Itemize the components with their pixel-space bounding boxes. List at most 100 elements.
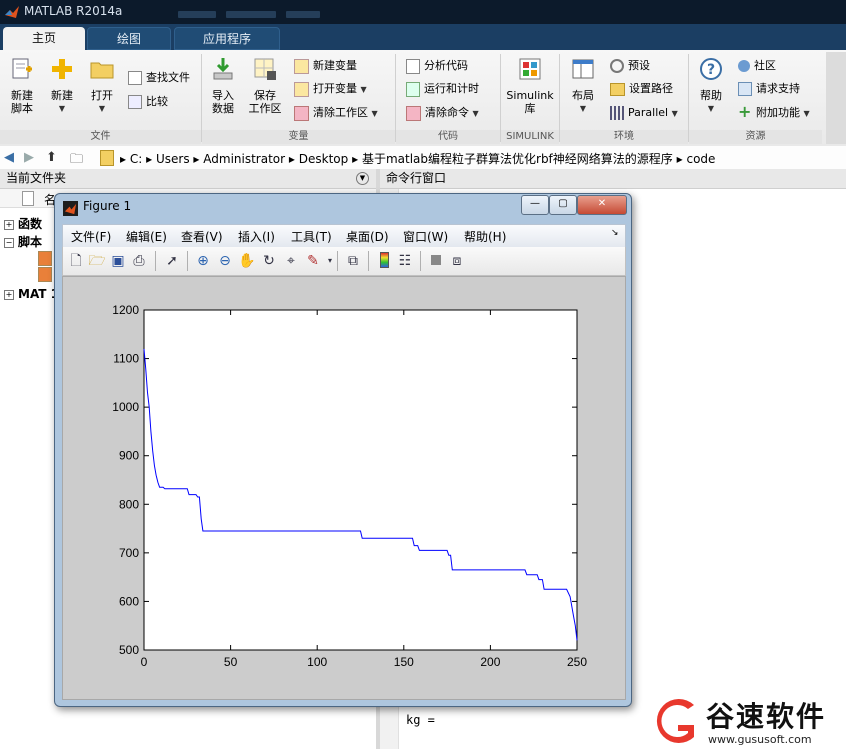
- group-label-file: 文件: [0, 130, 201, 144]
- menu-file[interactable]: 文件(F): [71, 228, 111, 245]
- add-ons-button[interactable]: + 附加功能 ▼: [738, 103, 810, 123]
- new-variable-button[interactable]: 新建变量: [294, 56, 357, 76]
- open-button[interactable]: 打开 ▼: [86, 56, 118, 115]
- colorbar-icon[interactable]: [375, 252, 393, 270]
- expand-icon[interactable]: +: [4, 289, 14, 300]
- group-divider: [559, 54, 560, 142]
- pan-icon[interactable]: ✋: [238, 252, 256, 270]
- save-workspace-button[interactable]: 保存 工作区: [246, 56, 284, 115]
- legend-icon[interactable]: ☷: [396, 252, 414, 270]
- run-and-time-button[interactable]: 运行和计时: [406, 79, 479, 99]
- print-icon[interactable]: ⎙: [130, 252, 148, 270]
- layout-button[interactable]: 布局 ▼: [566, 56, 600, 115]
- find-files-button[interactable]: 查找文件: [128, 68, 190, 88]
- clear-commands-button[interactable]: 清除命令 ▼: [406, 103, 479, 123]
- rotate-icon[interactable]: ↻: [260, 252, 278, 270]
- menu-view[interactable]: 查看(V): [181, 228, 223, 245]
- up-folder-icon[interactable]: ⬆: [46, 150, 57, 165]
- tab-apps[interactable]: 应用程序: [174, 27, 280, 50]
- blurred-quick-access: [286, 11, 320, 18]
- tree-node-functions[interactable]: + 函数: [4, 215, 42, 232]
- breadcrumb-item[interactable]: C:: [130, 152, 142, 166]
- help-button[interactable]: ? 帮助 ▼: [694, 56, 728, 115]
- save-workspace-icon: [254, 58, 276, 80]
- breadcrumb-item[interactable]: Desktop: [299, 152, 349, 166]
- x-tick-label: 200: [480, 655, 500, 669]
- ribbon: 新建 脚本 新建 ▼ 打开 ▼ 查找文件 比较 文件 导入 数据 保存 工作区 …: [0, 50, 846, 147]
- group-divider: [395, 54, 396, 142]
- new-figure-icon[interactable]: 🗋: [67, 252, 85, 270]
- open-variable-button[interactable]: 打开变量 ▼: [294, 79, 367, 99]
- figure-toolbar: 🗋 🗁 ▣ ⎙ ➚ ⊕ ⊖ ✋ ↻ ⌖ ✎ ▾ ⧉ ☷ ⧈: [62, 247, 626, 276]
- zoom-out-icon[interactable]: ⊖: [216, 252, 234, 270]
- import-data-label-1: 导入: [212, 89, 234, 102]
- brush-icon[interactable]: ✎: [304, 252, 322, 270]
- plus-icon: [52, 59, 72, 79]
- save-workspace-label-1: 保存: [254, 89, 276, 102]
- analyze-code-button[interactable]: 分析代码: [406, 56, 468, 76]
- new-button[interactable]: 新建 ▼: [46, 56, 78, 115]
- parallel-label: Parallel: [628, 106, 669, 119]
- maximize-button[interactable]: ▢: [549, 195, 577, 215]
- new-script-label-2: 脚本: [11, 102, 33, 115]
- y-tick-label: 500: [119, 643, 139, 657]
- group-label-code: 代码: [396, 130, 500, 144]
- show-tools-icon[interactable]: ⧈: [448, 252, 466, 270]
- zoom-in-icon[interactable]: ⊕: [194, 252, 212, 270]
- dock-arrow-icon[interactable]: ↘: [611, 228, 619, 238]
- breadcrumb-item[interactable]: code: [686, 152, 715, 166]
- community-button[interactable]: 社区: [738, 56, 776, 76]
- menu-desktop[interactable]: 桌面(D): [346, 228, 389, 245]
- link-icon[interactable]: ⧉: [344, 252, 362, 270]
- open-icon[interactable]: 🗁: [88, 252, 106, 270]
- tab-plots[interactable]: 绘图: [87, 27, 171, 50]
- import-data-button[interactable]: 导入 数据: [206, 56, 240, 115]
- file-icon: [22, 191, 34, 206]
- toolbar-separator: [368, 251, 369, 271]
- figure-window[interactable]: Figure 1 — ▢ ✕ 文件(F) 编辑(E) 查看(V) 插入(I) 工…: [54, 193, 632, 707]
- tree-node-scripts[interactable]: − 脚本: [4, 233, 42, 250]
- save-icon[interactable]: ▣: [109, 252, 127, 270]
- find-files-icon: [128, 71, 142, 85]
- set-path-label: 设置路径: [629, 82, 673, 95]
- y-tick-label: 600: [119, 594, 139, 608]
- hide-tools-icon[interactable]: [427, 252, 445, 270]
- panel-menu-icon[interactable]: ▼: [356, 172, 369, 185]
- new-script-button[interactable]: 新建 脚本: [6, 56, 38, 115]
- breadcrumb-item[interactable]: 基于matlab编程粒子群算法优化rbf神经网络算法的源程序: [362, 152, 673, 166]
- menu-edit[interactable]: 编辑(E): [126, 228, 167, 245]
- breadcrumb-item[interactable]: Administrator: [203, 152, 285, 166]
- breadcrumb-item[interactable]: Users: [156, 152, 190, 166]
- layout-label: 布局: [572, 89, 594, 102]
- forward-arrow-icon[interactable]: ▶: [24, 150, 34, 165]
- expand-icon[interactable]: +: [4, 219, 14, 230]
- minimize-button[interactable]: —: [521, 195, 549, 215]
- data-cursor-icon[interactable]: ⌖: [282, 252, 300, 270]
- set-path-button[interactable]: 设置路径: [610, 79, 673, 99]
- script-file-icon[interactable]: [38, 267, 52, 282]
- tree-node-mat[interactable]: +MAT 1: [4, 287, 59, 301]
- figure-canvas[interactable]: 0 50 100 150 200 250 500 600 700 800 900 1000 1100 12…: [62, 276, 626, 700]
- new-script-label-1: 新建: [11, 89, 33, 102]
- clear-workspace-button[interactable]: 清除工作区 ▼: [294, 103, 378, 123]
- preferences-button[interactable]: 预设: [610, 56, 650, 76]
- pointer-icon[interactable]: ➚: [163, 252, 181, 270]
- menu-help[interactable]: 帮助(H): [464, 228, 506, 245]
- menu-tools[interactable]: 工具(T): [291, 228, 332, 245]
- parallel-button[interactable]: Parallel ▼: [610, 103, 678, 123]
- help-label: 帮助: [700, 89, 722, 102]
- tab-home[interactable]: 主页: [3, 27, 85, 50]
- plot-svg[interactable]: 0 50 100 150 200 250 500 600 700 800 900 1000 1100 12…: [63, 277, 625, 699]
- find-files-label: 查找文件: [146, 71, 190, 84]
- menu-window[interactable]: 窗口(W): [403, 228, 448, 245]
- x-tick-label: 100: [307, 655, 327, 669]
- collapse-icon[interactable]: −: [4, 237, 14, 248]
- request-support-button[interactable]: 请求支持: [738, 79, 800, 99]
- menu-insert[interactable]: 插入(I): [238, 228, 275, 245]
- simulink-library-button[interactable]: Simulink 库: [504, 56, 556, 115]
- back-arrow-icon[interactable]: ◀: [4, 150, 14, 165]
- compare-button[interactable]: 比较: [128, 92, 168, 112]
- script-file-icon[interactable]: [38, 251, 52, 266]
- command-window-header: 命令行窗口: [380, 169, 846, 189]
- close-button[interactable]: ✕: [577, 195, 627, 215]
